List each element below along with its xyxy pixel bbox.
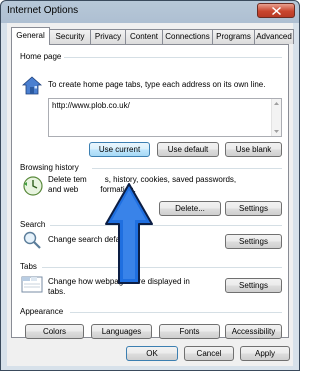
use-blank-button[interactable]: Use blank xyxy=(225,142,282,157)
url-scrollbar[interactable] xyxy=(271,99,281,136)
use-current-button[interactable]: Use current xyxy=(89,142,150,157)
appearance-heading: Appearance xyxy=(20,307,64,316)
history-clock-icon xyxy=(23,176,43,196)
fonts-button[interactable]: Fonts xyxy=(159,324,220,339)
tabs-heading: Tabs xyxy=(20,262,37,271)
tab-programs[interactable]: Programs xyxy=(212,29,255,44)
dialog-client: General Security Privacy Content Connect… xyxy=(7,23,294,366)
tabs-settings-button[interactable]: Settings xyxy=(225,278,282,293)
use-default-button[interactable]: Use default xyxy=(157,142,219,157)
window-title: Internet Options xyxy=(7,5,79,16)
home-page-url-value: http://www.plob.co.uk/ xyxy=(52,101,130,110)
ok-button[interactable]: OK xyxy=(126,346,178,361)
tab-privacy[interactable]: Privacy xyxy=(90,29,126,44)
scroll-down-icon[interactable] xyxy=(273,127,280,135)
scroll-up-icon[interactable] xyxy=(273,100,280,108)
tab-content[interactable]: Content xyxy=(125,29,163,44)
tab-general[interactable]: General xyxy=(11,27,50,45)
pointer-arrow-icon xyxy=(105,183,153,284)
tab-advanced[interactable]: Advanced xyxy=(254,29,294,44)
languages-button[interactable]: Languages xyxy=(91,324,152,339)
divider xyxy=(64,57,282,58)
tab-security[interactable]: Security xyxy=(49,29,91,44)
divider xyxy=(70,312,282,313)
apply-button[interactable]: Apply xyxy=(240,346,290,361)
close-icon xyxy=(272,7,281,15)
tabs-window-icon xyxy=(21,276,43,293)
magnifier-icon xyxy=(23,231,41,249)
divider xyxy=(50,225,282,226)
house-icon xyxy=(22,76,42,95)
accessibility-button[interactable]: Accessibility xyxy=(225,324,282,339)
delete-history-button[interactable]: Delete... xyxy=(159,201,221,216)
cancel-button[interactable]: Cancel xyxy=(184,346,234,361)
divider xyxy=(92,168,282,169)
general-panel: Home page To create home page tabs, type… xyxy=(11,44,289,339)
tab-connections[interactable]: Connections xyxy=(162,29,213,44)
search-heading: Search xyxy=(20,220,46,229)
browsing-history-heading: Browsing history xyxy=(20,163,79,172)
title-bar[interactable]: Internet Options xyxy=(1,1,299,21)
colors-button[interactable]: Colors xyxy=(25,324,84,339)
history-settings-button[interactable]: Settings xyxy=(225,201,282,216)
close-button[interactable] xyxy=(257,3,295,18)
home-page-heading: Home page xyxy=(20,52,62,61)
internet-options-window: Internet Options General Security Privac… xyxy=(0,0,300,371)
tab-bar: General Security Privacy Content Connect… xyxy=(11,27,294,45)
divider xyxy=(42,267,282,268)
search-settings-button[interactable]: Settings xyxy=(225,234,282,249)
tabs-line2: tabs. xyxy=(48,287,66,296)
home-page-url-input[interactable]: http://www.plob.co.uk/ xyxy=(48,98,282,137)
home-page-description: To create home page tabs, type each addr… xyxy=(48,80,266,89)
